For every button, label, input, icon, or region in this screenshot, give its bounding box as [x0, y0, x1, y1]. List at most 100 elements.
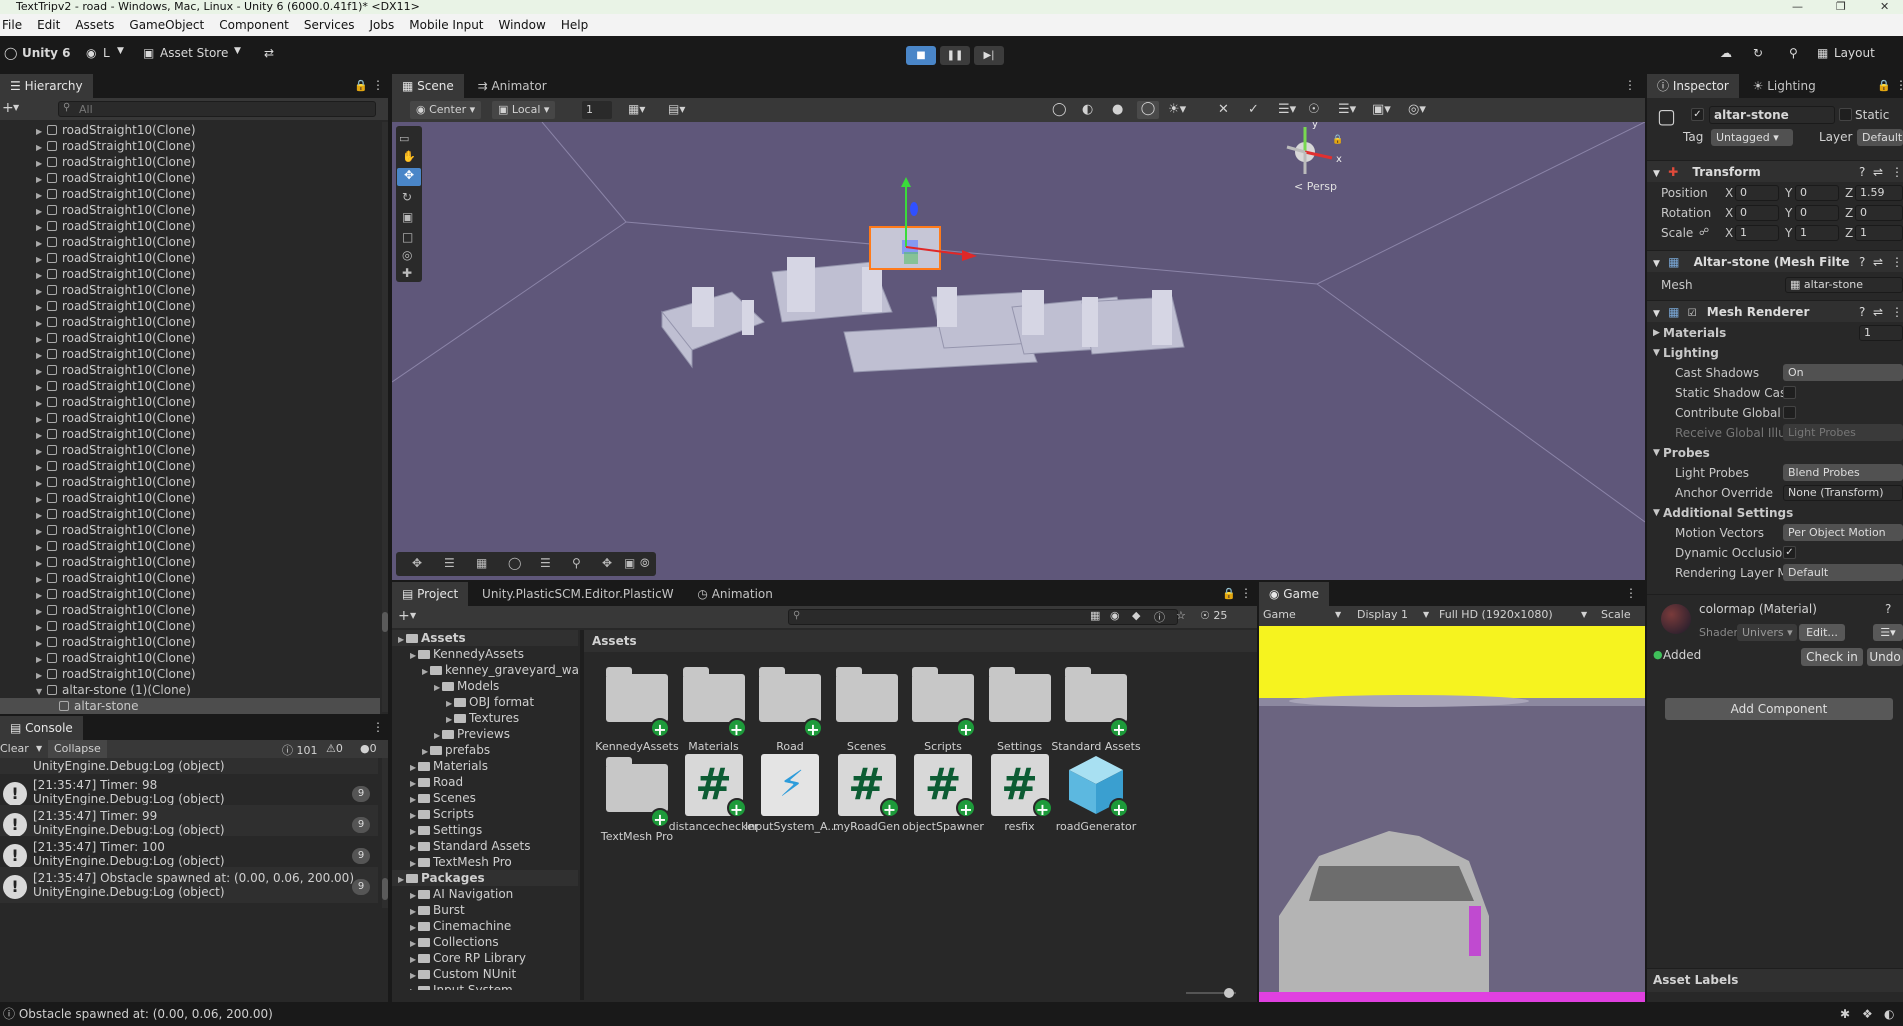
hierarchy-item[interactable]: ▶ roadStraight10(Clone)	[0, 154, 380, 170]
hierarchy-item[interactable]: ▶ roadStraight10(Clone)	[0, 394, 380, 410]
log-entry[interactable]: ! [21:35:47] Obstacle spawned at: (0.00, …	[0, 867, 378, 903]
lighting-row[interactable]: ▼ Lighting	[1647, 344, 1903, 362]
tab-scene[interactable]: ▦ Scene	[392, 74, 464, 98]
move-icon[interactable]: ✥	[602, 556, 612, 570]
tab-hierarchy[interactable]: ☰ Hierarchy	[0, 74, 93, 98]
hierarchy-scrollbar[interactable]	[382, 122, 388, 712]
hierarchy-item[interactable]: ▶ roadStraight10(Clone)	[0, 378, 380, 394]
position-x-field[interactable]: 0	[1735, 185, 1779, 201]
minimize-icon[interactable]: —	[1792, 0, 1803, 14]
tab-animator[interactable]: ⇉ Animator	[468, 74, 557, 98]
add-component-button[interactable]: Add Component	[1665, 698, 1893, 720]
hierarchy-item[interactable]: ▶ roadStraight10(Clone)	[0, 474, 380, 490]
rect-tool-icon[interactable]: □	[402, 230, 413, 244]
folder-tree-item[interactable]: ▶ prefabs	[392, 742, 578, 758]
move-tool-icon[interactable]: ✥	[397, 168, 421, 186]
tab-game[interactable]: ◉ Game	[1259, 582, 1330, 606]
menu-gameobject[interactable]: GameObject	[129, 14, 204, 36]
rotation-x-field[interactable]: 0	[1735, 205, 1779, 221]
menu-help[interactable]: Help	[561, 14, 588, 36]
hierarchy-item[interactable]: ▶ roadStraight10(Clone)	[0, 490, 380, 506]
hierarchy-item[interactable]: ▶ roadStraight10(Clone)	[0, 506, 380, 522]
active-checkbox[interactable]: ✓	[1691, 108, 1704, 121]
shading-icon[interactable]: ◐	[1082, 102, 1093, 117]
check-in-button[interactable]: Check in	[1801, 648, 1863, 666]
menu-component[interactable]: Component	[219, 14, 289, 36]
rendering-layer-dropdown[interactable]: Default	[1783, 564, 1903, 581]
search-icon[interactable]: ⚲	[572, 556, 581, 570]
rotation-z-field[interactable]: 0	[1855, 205, 1903, 221]
menu-jobs[interactable]: Jobs	[370, 14, 395, 36]
asset-prefab[interactable]: + roadGenerator	[1051, 754, 1141, 833]
folder-tree-item[interactable]: ▶ KennedyAssets	[392, 646, 578, 662]
rotate-tool-icon[interactable]: ↻	[402, 190, 412, 204]
dynamic-occlusion-checkbox[interactable]: ✓	[1783, 546, 1796, 559]
lock-icon[interactable]: 🔒	[354, 79, 368, 92]
chevron-down-icon[interactable]: ▼	[36, 744, 42, 753]
mesh-renderer-header[interactable]: ▼ ▦ ☑ Mesh Renderer ? ⇌ ⋮	[1647, 300, 1903, 322]
console-scrollbar[interactable]	[382, 758, 388, 908]
sliders-icon[interactable]: ☰	[444, 556, 455, 570]
game-mode-dropdown[interactable]: Game	[1263, 608, 1296, 621]
network-icon[interactable]: ❖	[1862, 1002, 1873, 1026]
materials-row[interactable]: ▶ Materials 1	[1647, 324, 1903, 342]
folder-tree-item[interactable]: ▶ Cinemachine	[392, 918, 578, 934]
zoom-slider[interactable]	[1186, 988, 1236, 998]
hierarchy-item[interactable]: ▶ roadStraight10(Clone)	[0, 234, 380, 250]
error-count-toggle[interactable]: ●0	[360, 742, 377, 755]
folder-tree-item[interactable]: ▶ Materials	[392, 758, 578, 774]
motion-vectors-dropdown[interactable]: Per Object Motion	[1783, 524, 1903, 541]
probes-row[interactable]: ▼ Probes	[1647, 444, 1903, 462]
presets-icon[interactable]: ⇌	[1873, 301, 1883, 323]
additional-settings-row[interactable]: ▼ Additional Settings	[1647, 504, 1903, 522]
scrollbar-thumb[interactable]	[382, 878, 388, 900]
zoom-slider-thumb[interactable]	[1224, 988, 1234, 998]
folder-tree-item[interactable]: ▶ Custom NUnit	[392, 966, 578, 982]
lock-icon[interactable]: 🔒	[1877, 79, 1891, 92]
hand-tool-icon[interactable]: ✋	[402, 150, 416, 163]
scale-z-field[interactable]: 1	[1855, 225, 1903, 241]
progress-icon[interactable]: ◐	[1884, 1002, 1894, 1026]
grid-snap-icon[interactable]: ▦▾	[628, 102, 645, 116]
menu-edit[interactable]: Edit	[37, 14, 60, 36]
mesh-filter-header[interactable]: ▼ ▦ Altar-stone (Mesh Filte ? ⇌ ⋮	[1647, 250, 1903, 272]
chevron-down-icon[interactable]: ▼	[1335, 610, 1341, 619]
label-icon[interactable]: ◆	[1132, 609, 1140, 622]
space-local-dropdown[interactable]: ▣ Local ▾	[492, 101, 556, 119]
menu-services[interactable]: Services	[304, 14, 355, 36]
layers-icon[interactable]: ☰	[540, 556, 551, 570]
chevron-right-icon[interactable]: ▶	[398, 872, 406, 888]
account-button[interactable]: Unity 6	[22, 46, 71, 60]
user-initial[interactable]: L	[103, 46, 110, 60]
resolution-dropdown[interactable]: Full HD (1920x1080)	[1439, 608, 1553, 621]
lighting-icon[interactable]: ☀▾	[1168, 102, 1186, 117]
static-checkbox[interactable]	[1839, 108, 1852, 121]
chevron-down-icon[interactable]: ▼	[13, 103, 19, 112]
position-y-field[interactable]: 0	[1795, 185, 1839, 201]
hierarchy-item[interactable]: ▶ roadStraight10(Clone)	[0, 634, 380, 650]
pause-button[interactable]: ❚❚	[940, 46, 970, 65]
hierarchy-item[interactable]: ▶ roadStraight10(Clone)	[0, 618, 380, 634]
tab-lighting[interactable]: ☀ Lighting	[1743, 74, 1826, 98]
asset-folder[interactable]: + Standard Assets	[1051, 664, 1141, 753]
tools-icon[interactable]: ☰▾	[1338, 102, 1356, 117]
menu-file[interactable]: File	[2, 14, 22, 36]
hierarchy-item[interactable]: ▶ roadStraight10(Clone)	[0, 602, 380, 618]
menu-mobile-input[interactable]: Mobile Input	[409, 14, 483, 36]
hierarchy-item[interactable]: ▶ roadStraight10(Clone)	[0, 586, 380, 602]
cloud-icon[interactable]: ☁	[1720, 46, 1732, 60]
visibility-count[interactable]: ☉ 25	[1200, 609, 1227, 622]
hierarchy-item[interactable]: ▶ roadStraight10(Clone)	[0, 298, 380, 314]
restore-icon[interactable]: ❐	[1836, 0, 1846, 14]
scrollbar-thumb[interactable]	[382, 612, 388, 632]
global-icon[interactable]: ◯	[1052, 102, 1067, 117]
move-icon[interactable]: ✥	[412, 556, 422, 570]
grid-size-field[interactable]: 1	[582, 101, 612, 119]
tab-console[interactable]: ▤ Console	[0, 716, 83, 740]
chevron-down-icon[interactable]: ▼	[410, 611, 416, 620]
scale-slider-label[interactable]: Scale	[1601, 608, 1631, 621]
tab-inspector[interactable]: ⓘ Inspector	[1647, 74, 1739, 98]
audio-icon[interactable]: ✕	[1218, 102, 1229, 117]
scene-viewport[interactable]: y x < Persp 🔒 ▭ ✋ ✥ ↻ ▣ □ ◎ ✚ ✥ ☰ ▦ ◯ ☰ …	[392, 122, 1645, 580]
layout-dropdown[interactable]: Layout	[1834, 46, 1875, 60]
